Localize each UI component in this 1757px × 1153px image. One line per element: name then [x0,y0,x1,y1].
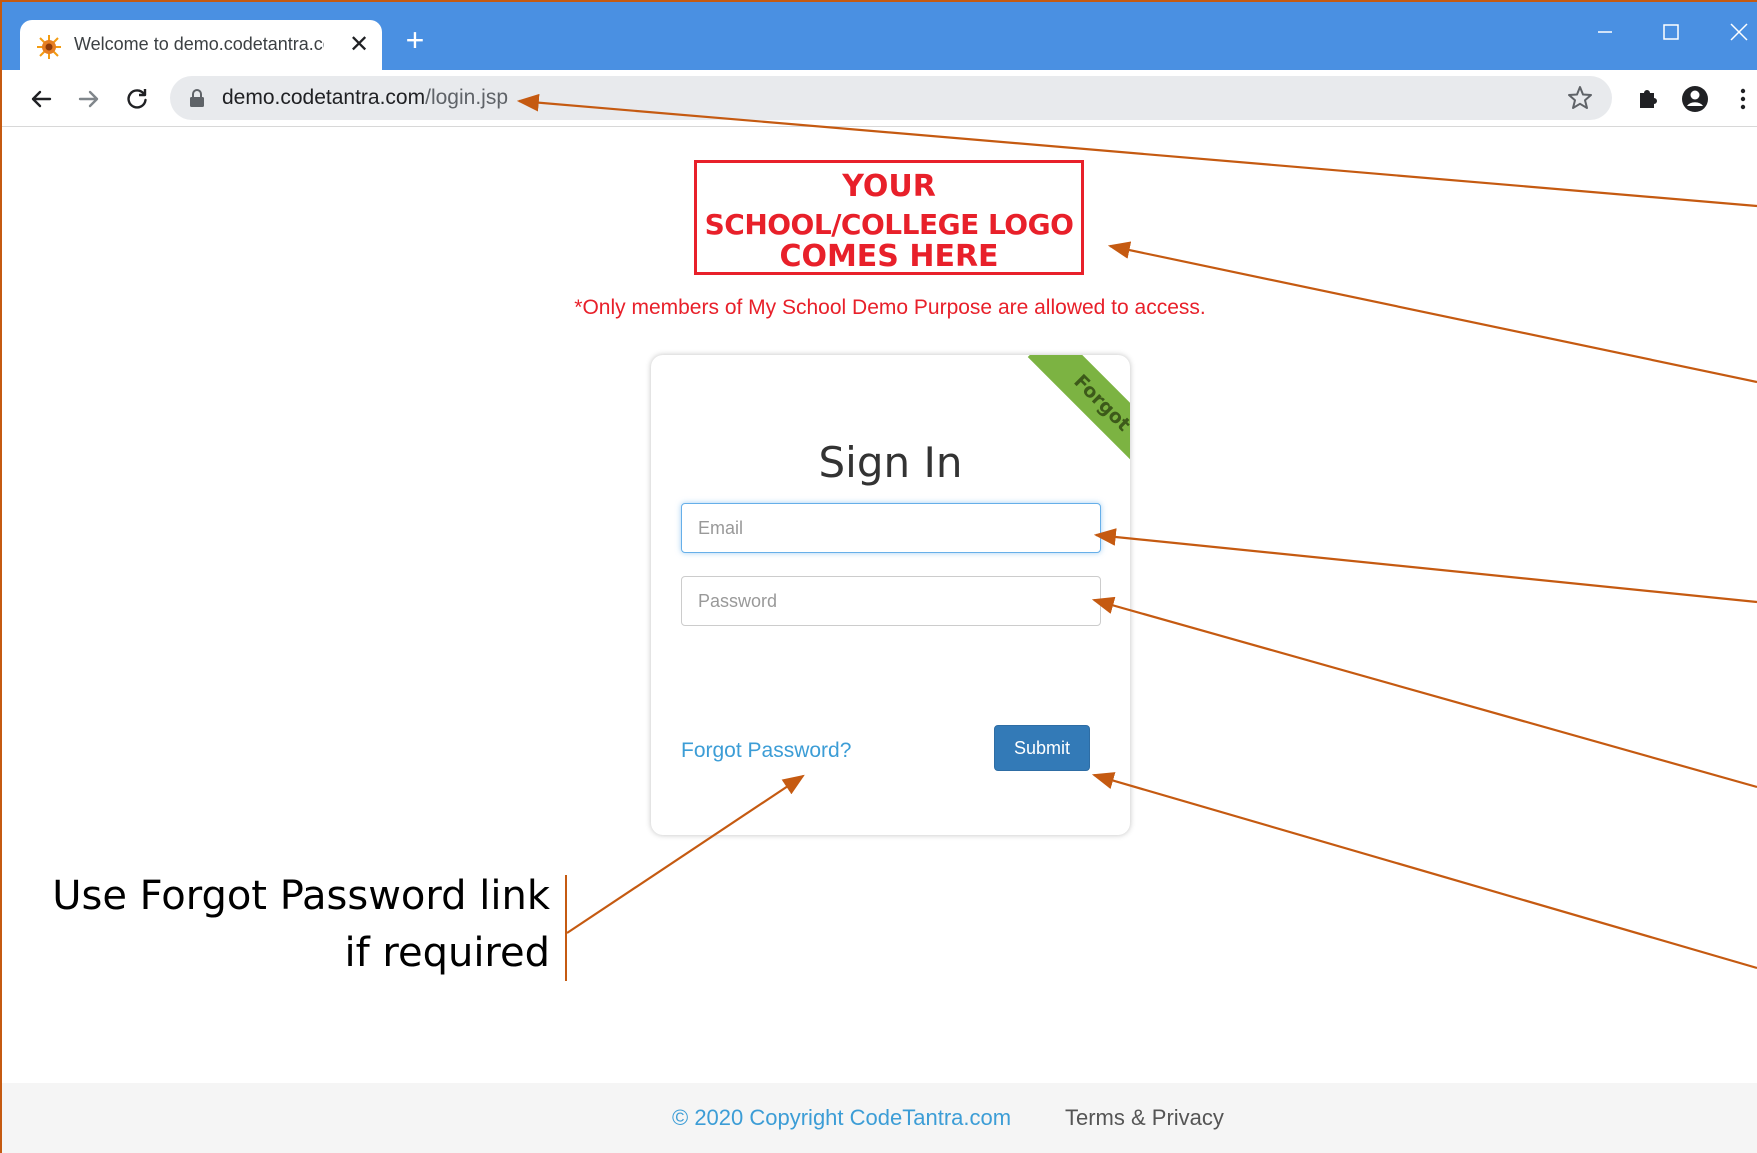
site-favicon-icon [37,35,61,59]
page-footer: © 2020 Copyright CodeTantra.com Terms & … [2,1083,1757,1153]
browser-tab-strip: Welcome to demo.codetantra.com ✕ + [2,2,1757,72]
signin-card: Forgot Sign In Forgot Password? Submit [651,355,1130,835]
signin-title: Sign In [818,438,963,487]
logo-text-line: COMES HERE [779,239,999,274]
lock-icon[interactable] [188,88,206,108]
new-tab-icon[interactable]: + [398,24,432,58]
address-bar[interactable]: demo.codetantra.com/login.jsp [170,76,1612,120]
minimize-icon[interactable] [1584,14,1624,50]
annotation-line: Use Forgot Password link [52,873,550,919]
terms-privacy-link[interactable]: Terms & Privacy [1065,1105,1224,1131]
forward-icon[interactable] [74,84,104,114]
extensions-icon[interactable] [1632,84,1662,114]
school-logo-placeholder: YOUR SCHOOL/COLLEGE LOGO COMES HERE [694,160,1084,275]
email-field[interactable] [681,503,1101,553]
browser-toolbar: demo.codetantra.com/login.jsp [2,70,1757,127]
url-host: demo.codetantra.com [222,86,426,109]
access-notice: *Only members of My School Demo Purpose … [574,296,1206,319]
annotation-line: if required [344,930,550,976]
back-icon[interactable] [26,84,56,114]
close-icon[interactable] [1718,14,1757,50]
url-path: /login.jsp [425,86,508,109]
reload-icon[interactable] [122,84,152,114]
annotation-bar [565,875,567,981]
copyright-link[interactable]: © 2020 Copyright CodeTantra.com [672,1105,1011,1131]
logo-text-line: SCHOOL/COLLEGE LOGO [704,208,1074,241]
maximize-icon[interactable] [1650,14,1690,50]
profile-icon[interactable] [1680,84,1710,114]
tab-title: Welcome to demo.codetantra.com [74,34,324,54]
submit-button[interactable]: Submit [994,725,1090,771]
annotation-callout: Use Forgot Password link if required [40,868,550,982]
forgot-password-link[interactable]: Forgot Password? [681,739,851,767]
password-field[interactable] [681,576,1101,626]
menu-icon[interactable] [1728,84,1757,114]
url-text[interactable]: demo.codetantra.com/login.jsp [222,86,508,112]
bookmark-star-icon[interactable] [1566,84,1594,112]
tab-close-icon[interactable]: ✕ [346,32,372,58]
browser-tab[interactable]: Welcome to demo.codetantra.com ✕ [20,20,382,72]
logo-text-line: YOUR [842,169,936,204]
